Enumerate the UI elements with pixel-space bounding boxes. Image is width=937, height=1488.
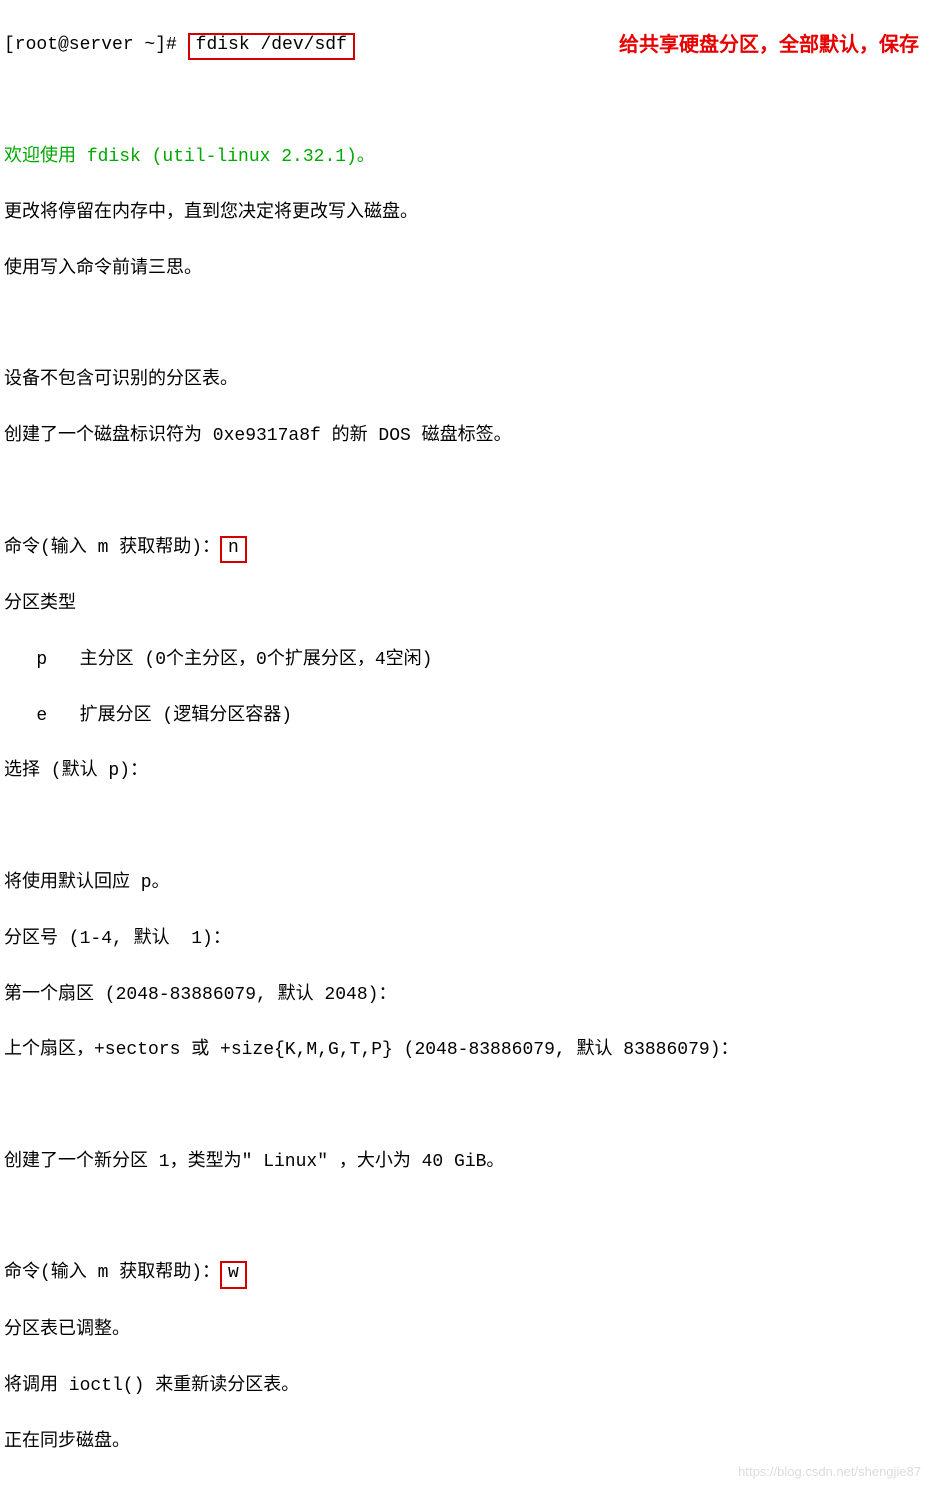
welcome-suffix: 。 bbox=[357, 147, 375, 167]
last-sector-line: 上个扇区，+sectors 或 +size{K,M,G,T,P} (2048-8… bbox=[4, 1037, 933, 1065]
cmd-prompt-line-1: 命令(输入 m 获取帮助)：n bbox=[4, 535, 933, 564]
blank-line bbox=[4, 814, 933, 842]
cmd-prompt-2: 命令(输入 m 获取帮助)： bbox=[4, 1263, 220, 1283]
annotation-text: 给共享硬盘分区，全部默认，保存 bbox=[619, 30, 919, 61]
careful-line: 使用写入命令前请三思。 bbox=[4, 256, 933, 284]
input-n-box: n bbox=[220, 536, 247, 564]
welcome-line: 欢迎使用 fdisk (util-linux 2.32.1)。 bbox=[4, 144, 933, 172]
welcome-fdisk: fdisk (util-linux 2.32.1) bbox=[87, 147, 357, 167]
cmd-prompt-line-2: 命令(输入 m 获取帮助)：w bbox=[4, 1260, 933, 1289]
welcome-prefix: 欢迎使用 bbox=[4, 147, 87, 167]
syncing-line: 正在同步磁盘。 bbox=[4, 1429, 933, 1457]
terminal-output: [root@server ~]# fdisk /dev/sdf 欢迎使用 fdi… bbox=[4, 4, 933, 1484]
fdisk-command-box: fdisk /dev/sdf bbox=[188, 33, 355, 61]
shell-prompt: [root@server ~]# bbox=[4, 35, 188, 55]
select-default-line: 选择 (默认 p)： bbox=[4, 758, 933, 786]
first-sector-line: 第一个扇区 (2048-83886079, 默认 2048)： bbox=[4, 982, 933, 1010]
watermark-text: https://blog.csdn.net/shengjie87 bbox=[738, 1462, 921, 1482]
using-default-p-line: 将使用默认回应 p。 bbox=[4, 870, 933, 898]
blank-line bbox=[4, 1205, 933, 1233]
partition-type-label: 分区类型 bbox=[4, 591, 933, 619]
extended-partition-line: e 扩展分区 (逻辑分区容器) bbox=[4, 703, 933, 731]
blank-line bbox=[4, 312, 933, 340]
created-partition-line: 创建了一个新分区 1，类型为" Linux" ，大小为 40 GiB。 bbox=[4, 1149, 933, 1177]
cmd-prompt-1: 命令(输入 m 获取帮助)： bbox=[4, 538, 220, 558]
blank-line bbox=[4, 1093, 933, 1121]
table-altered-line: 分区表已调整。 bbox=[4, 1317, 933, 1345]
blank-line bbox=[4, 88, 933, 116]
partition-number-line: 分区号 (1-4, 默认 1)： bbox=[4, 926, 933, 954]
primary-partition-line: p 主分区 (0个主分区，0个扩展分区，4空闲) bbox=[4, 647, 933, 675]
dos-label-line: 创建了一个磁盘标识符为 0xe9317a8f 的新 DOS 磁盘标签。 bbox=[4, 423, 933, 451]
ioctl-line: 将调用 ioctl() 来重新读分区表。 bbox=[4, 1373, 933, 1401]
blank-line bbox=[4, 479, 933, 507]
memory-line: 更改将停留在内存中，直到您决定将更改写入磁盘。 bbox=[4, 200, 933, 228]
no-part-table-line: 设备不包含可识别的分区表。 bbox=[4, 367, 933, 395]
input-w-box: w bbox=[220, 1261, 247, 1289]
